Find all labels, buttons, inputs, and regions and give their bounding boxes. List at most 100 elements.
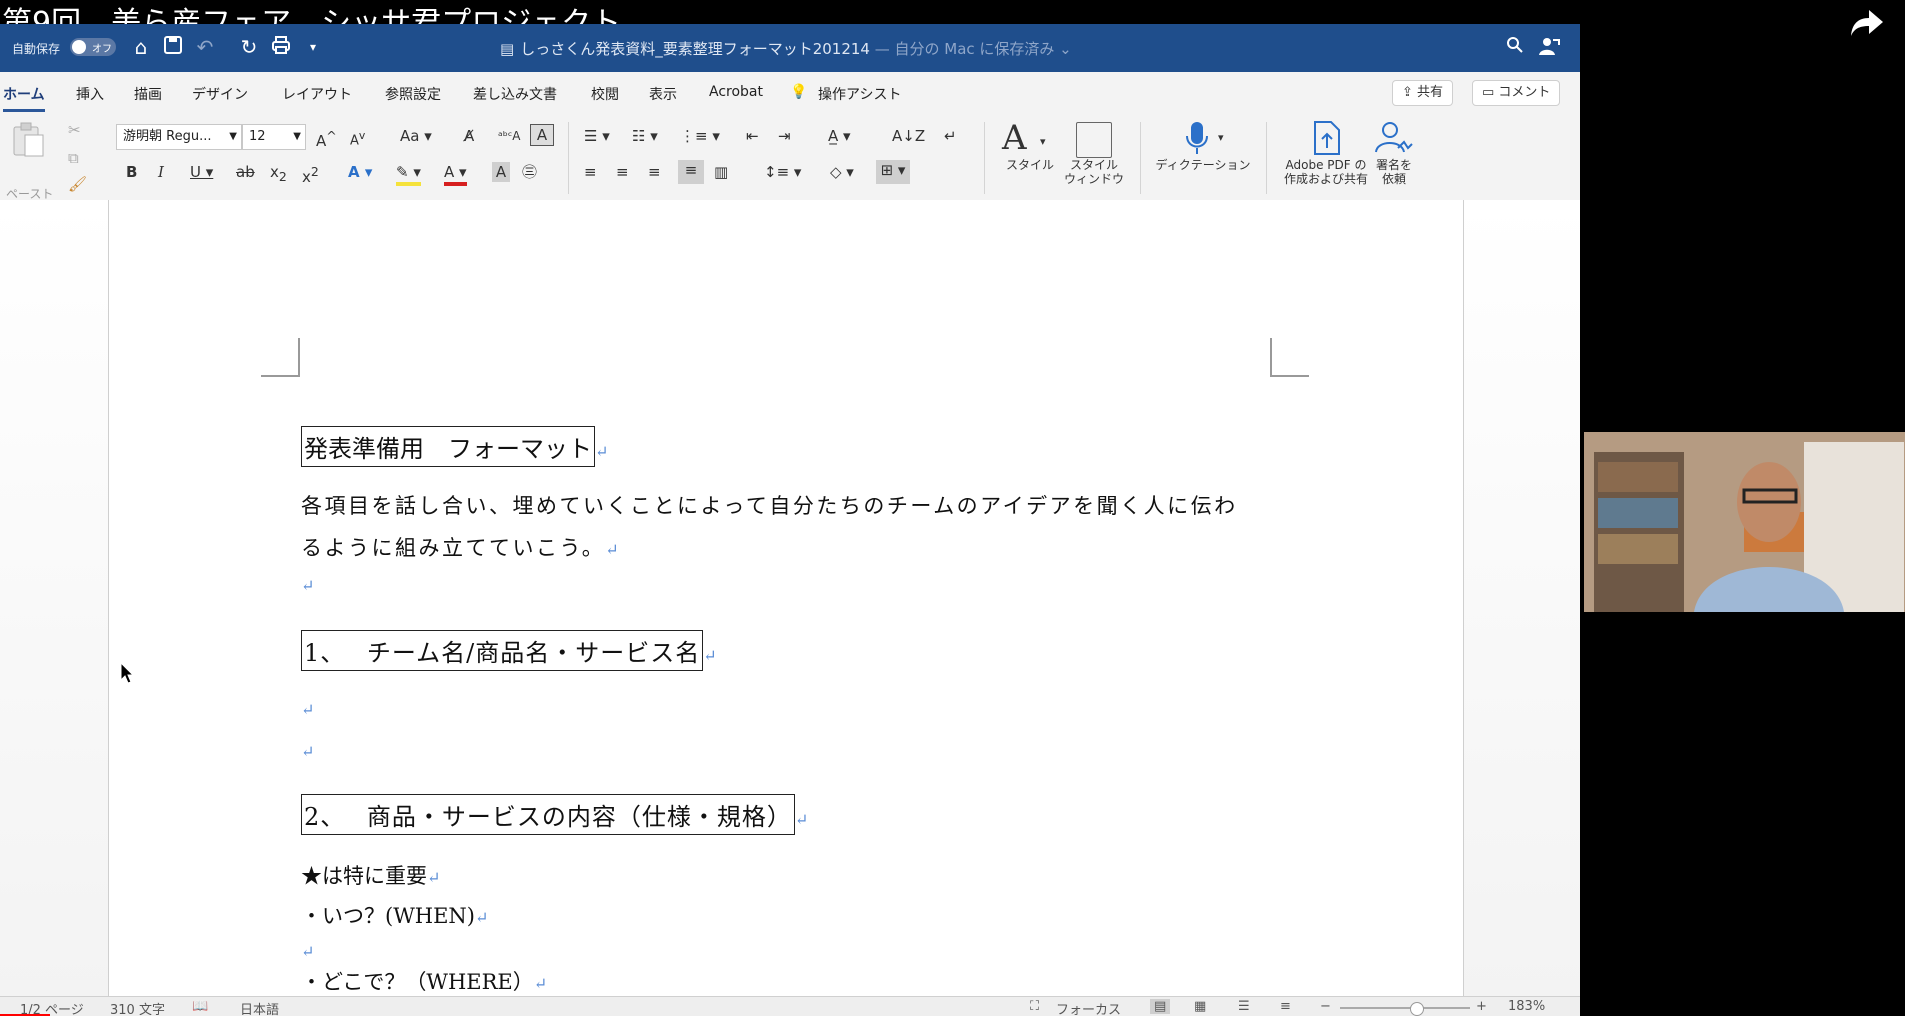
clear-formatting-icon[interactable]: A̸ xyxy=(464,126,474,146)
grow-font-icon[interactable]: A^ xyxy=(316,126,337,151)
zoom-slider-thumb[interactable] xyxy=(1410,1002,1424,1016)
paragraph-mark: ↵ xyxy=(301,576,315,595)
tab-home[interactable]: ホーム xyxy=(3,84,45,112)
when-item[interactable]: ・いつ？(WHEN)↵ xyxy=(301,900,488,930)
empty-paragraph[interactable]: ↵ xyxy=(301,576,314,595)
styles-label: スタイル xyxy=(1005,158,1054,172)
language-indicator[interactable]: 日本語 xyxy=(240,999,279,1016)
superscript-icon[interactable]: x2 xyxy=(302,162,319,187)
tab-review[interactable]: 校閲 xyxy=(591,84,619,104)
zoom-out-icon[interactable]: − xyxy=(1320,999,1331,1014)
italic-icon[interactable]: I xyxy=(158,162,164,182)
comment-button[interactable]: ▭ コメント xyxy=(1472,80,1561,106)
undo-icon[interactable]: ↶ xyxy=(194,36,216,58)
zoom-slider[interactable] xyxy=(1340,1002,1470,1016)
numbering-icon[interactable]: ☷ ▾ xyxy=(632,126,658,146)
comment-label: コメント xyxy=(1498,85,1551,100)
decrease-indent-icon[interactable]: ⇤ xyxy=(746,126,759,146)
distributed-icon[interactable]: ▥ xyxy=(714,162,728,182)
font-name-select[interactable]: 游明朝 Regu... ▼ xyxy=(116,124,242,150)
subscript-icon[interactable]: x2 xyxy=(270,162,287,187)
user-icon[interactable] xyxy=(1538,36,1560,58)
empty-paragraph[interactable]: ↵ xyxy=(301,742,314,761)
shrink-font-icon[interactable]: Av xyxy=(350,126,365,151)
paste-icon[interactable] xyxy=(10,122,46,158)
phonetic-guide-icon[interactable]: ᵃᵇᶜA xyxy=(498,126,521,146)
zoom-in-icon[interactable]: + xyxy=(1476,999,1487,1014)
print-layout-icon[interactable]: ▤ xyxy=(1150,999,1171,1014)
tab-insert[interactable]: 挿入 xyxy=(76,84,104,104)
tab-mailings[interactable]: 差し込み文書 xyxy=(473,84,557,104)
print-icon[interactable] xyxy=(270,36,292,58)
empty-paragraph[interactable]: ↵ xyxy=(301,942,314,961)
heading-format-text: 発表準備用 フォーマット xyxy=(301,426,595,467)
line-spacing-icon[interactable]: ↕≡ ▾ xyxy=(764,162,801,182)
important-note[interactable]: ★は特に重要↵ xyxy=(301,860,440,890)
styles-pane-icon[interactable] xyxy=(1076,122,1112,158)
text-effects-icon[interactable]: A ▾ xyxy=(348,162,372,182)
word-count[interactable]: 310 文字 xyxy=(110,999,165,1016)
request-signature-icon[interactable] xyxy=(1374,120,1414,160)
intro-line-1[interactable]: 各項目を話し合い、埋めていくことによって自分たちのチームのアイデアを聞く人に伝わ xyxy=(301,490,1238,520)
character-border-icon[interactable]: A xyxy=(530,124,554,146)
copy-icon[interactable]: ⧉ xyxy=(68,148,79,168)
heading-format[interactable]: 発表準備用 フォーマット ↵ xyxy=(301,426,608,467)
document-page[interactable]: 発表準備用 フォーマット ↵ 各項目を話し合い、埋めていくことによって自分たちのチ… xyxy=(108,200,1464,996)
outline-view-icon[interactable]: ☰ xyxy=(1238,999,1250,1014)
microphone-icon[interactable] xyxy=(1184,120,1210,160)
styles-icon[interactable]: A xyxy=(1002,118,1027,158)
section-1-heading[interactable]: 1、 チーム名/商品名・サービス名 ↵ xyxy=(301,630,718,671)
share-button[interactable]: ⇪ 共有 xyxy=(1392,80,1454,106)
web-layout-icon[interactable]: ▦ xyxy=(1194,999,1206,1014)
font-color-icon[interactable]: A ▾ xyxy=(444,162,467,186)
proofing-icon[interactable]: 📖 xyxy=(192,999,208,1014)
align-right-icon[interactable]: ≡ xyxy=(648,162,661,182)
tab-draw[interactable]: 描画 xyxy=(134,84,162,104)
underline-icon[interactable]: U ▾ xyxy=(190,162,213,182)
tab-references[interactable]: 参照設定 xyxy=(385,84,441,104)
draft-view-icon[interactable]: ≡ xyxy=(1280,999,1291,1014)
save-icon[interactable] xyxy=(162,36,184,58)
tab-design[interactable]: デザイン xyxy=(192,84,248,104)
bold-icon[interactable]: B xyxy=(126,162,137,182)
tab-tell-me[interactable]: 操作アシスト xyxy=(818,84,901,104)
enclose-characters-icon[interactable]: ㊂ xyxy=(522,162,537,182)
focus-label[interactable]: フォーカス xyxy=(1056,999,1121,1016)
shading-icon[interactable]: ◇ ▾ xyxy=(830,162,854,182)
chevron-down-icon[interactable]: ▾ xyxy=(1218,128,1224,148)
show-formatting-icon[interactable]: ↵ xyxy=(944,126,957,146)
intro-line-2[interactable]: るように組み立てていこう。↵ xyxy=(301,532,621,562)
align-center-icon[interactable]: ≡ xyxy=(616,162,629,182)
section-2-heading[interactable]: 2、 商品・サービスの内容（仕様・規格） ↵ xyxy=(301,794,809,835)
format-painter-icon[interactable]: 🖌 xyxy=(68,174,87,194)
tab-view[interactable]: 表示 xyxy=(649,84,677,104)
adobe-pdf-icon[interactable] xyxy=(1312,120,1342,160)
share-arrow-icon[interactable] xyxy=(1849,4,1885,40)
increase-indent-icon[interactable]: ⇥ xyxy=(778,126,791,146)
focus-icon[interactable]: ⛶ xyxy=(1030,999,1039,1014)
home-icon[interactable]: ⌂ xyxy=(130,36,152,58)
multilevel-list-icon[interactable]: ⋮≡ ▾ xyxy=(680,126,720,146)
sort-icon[interactable]: A↓Z xyxy=(892,126,925,146)
search-icon[interactable] xyxy=(1504,36,1526,58)
tab-layout[interactable]: レイアウト xyxy=(282,84,352,104)
font-size-select[interactable]: 12 ▼ xyxy=(242,124,306,150)
autosave-toggle[interactable]: オフ xyxy=(70,38,116,56)
change-case-icon[interactable]: Aa ▾ xyxy=(400,126,432,146)
zoom-level[interactable]: 183% xyxy=(1508,999,1545,1014)
redo-icon[interactable]: ↻ xyxy=(238,36,260,58)
empty-paragraph[interactable]: ↵ xyxy=(301,700,314,719)
cut-icon[interactable]: ✂ xyxy=(68,120,81,140)
asian-layout-icon[interactable]: A̲ ▾ xyxy=(828,126,851,146)
borders-icon[interactable]: ⊞ ▾ xyxy=(876,160,910,184)
chevron-down-icon[interactable]: ▾ xyxy=(1040,132,1046,152)
tab-acrobat[interactable]: Acrobat xyxy=(709,84,763,100)
align-left-icon[interactable]: ≡ xyxy=(584,162,597,182)
customize-toolbar-icon[interactable]: ▾ xyxy=(302,36,324,58)
strikethrough-icon[interactable]: ab xyxy=(236,162,255,182)
highlight-icon[interactable]: ✎ ▾ xyxy=(396,162,421,186)
where-item[interactable]: ・どこで？（WHERE）↵ xyxy=(301,966,547,996)
bullets-icon[interactable]: ☰ ▾ xyxy=(584,126,610,146)
justify-icon[interactable]: ≡ xyxy=(678,160,704,184)
character-shading-icon[interactable]: A xyxy=(492,162,510,182)
